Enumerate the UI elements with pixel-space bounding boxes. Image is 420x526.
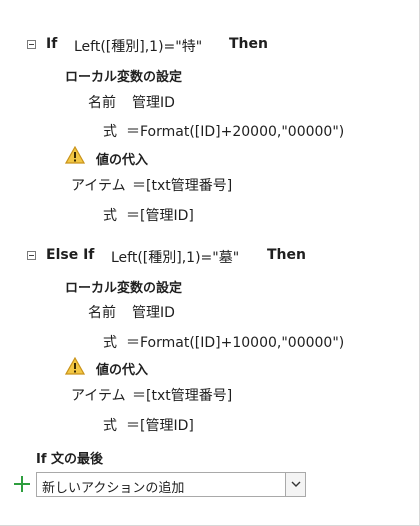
then-keyword: Then <box>229 36 268 52</box>
local-var-title[interactable]: ローカル変数の設定 <box>65 66 182 85</box>
warning-icon <box>65 146 85 164</box>
item-value[interactable]: ＝[txt管理番号] <box>132 175 232 195</box>
expr2-value-2[interactable]: ＝[管理ID] <box>126 415 194 435</box>
expr2-label: 式 <box>103 208 117 224</box>
macro-designer-canvas: If Left([種別],1)="特" Then ローカル変数の設定 名前 管理… <box>0 0 420 526</box>
then-keyword-2: Then <box>267 247 306 263</box>
dropdown-button[interactable] <box>285 473 305 496</box>
chevron-down-icon <box>291 481 301 487</box>
item-label-2: アイテム <box>71 388 126 404</box>
expr2-label-2: 式 <box>103 418 117 434</box>
add-action-value: 新しいアクションの追加 <box>42 481 185 496</box>
if-condition[interactable]: Left([種別],1)="特" <box>74 36 202 56</box>
add-action-combobox[interactable]: 新しいアクションの追加 <box>36 472 306 497</box>
assign-value-title-2[interactable]: 値の代入 <box>96 359 148 378</box>
item-value-2[interactable]: ＝[txt管理番号] <box>132 385 232 405</box>
name-label-2: 名前 <box>88 305 116 321</box>
name-value-2[interactable]: 管理ID <box>132 302 175 322</box>
collapse-if-toggle[interactable] <box>27 40 36 49</box>
collapse-elseif-toggle[interactable] <box>27 251 36 260</box>
elseif-keyword: Else If <box>46 247 95 263</box>
local-var-title-2[interactable]: ローカル変数の設定 <box>65 277 182 296</box>
expr-label-2: 式 <box>103 335 117 351</box>
name-value[interactable]: 管理ID <box>132 92 175 112</box>
name-label: 名前 <box>88 95 116 111</box>
expr-label: 式 <box>103 124 117 140</box>
item-label: アイテム <box>71 178 126 194</box>
end-if-label: If 文の最後 <box>36 452 104 467</box>
assign-value-title[interactable]: 値の代入 <box>96 149 148 168</box>
elseif-condition[interactable]: Left([種別],1)="墓" <box>111 247 239 267</box>
expr-value-2[interactable]: ＝Format([ID]+10000,"00000") <box>126 332 344 352</box>
expr2-value[interactable]: ＝[管理ID] <box>126 205 194 225</box>
if-keyword: If <box>46 36 58 52</box>
add-icon[interactable] <box>14 476 30 492</box>
expr-value[interactable]: ＝Format([ID]+20000,"00000") <box>126 121 344 141</box>
warning-icon <box>65 357 85 375</box>
